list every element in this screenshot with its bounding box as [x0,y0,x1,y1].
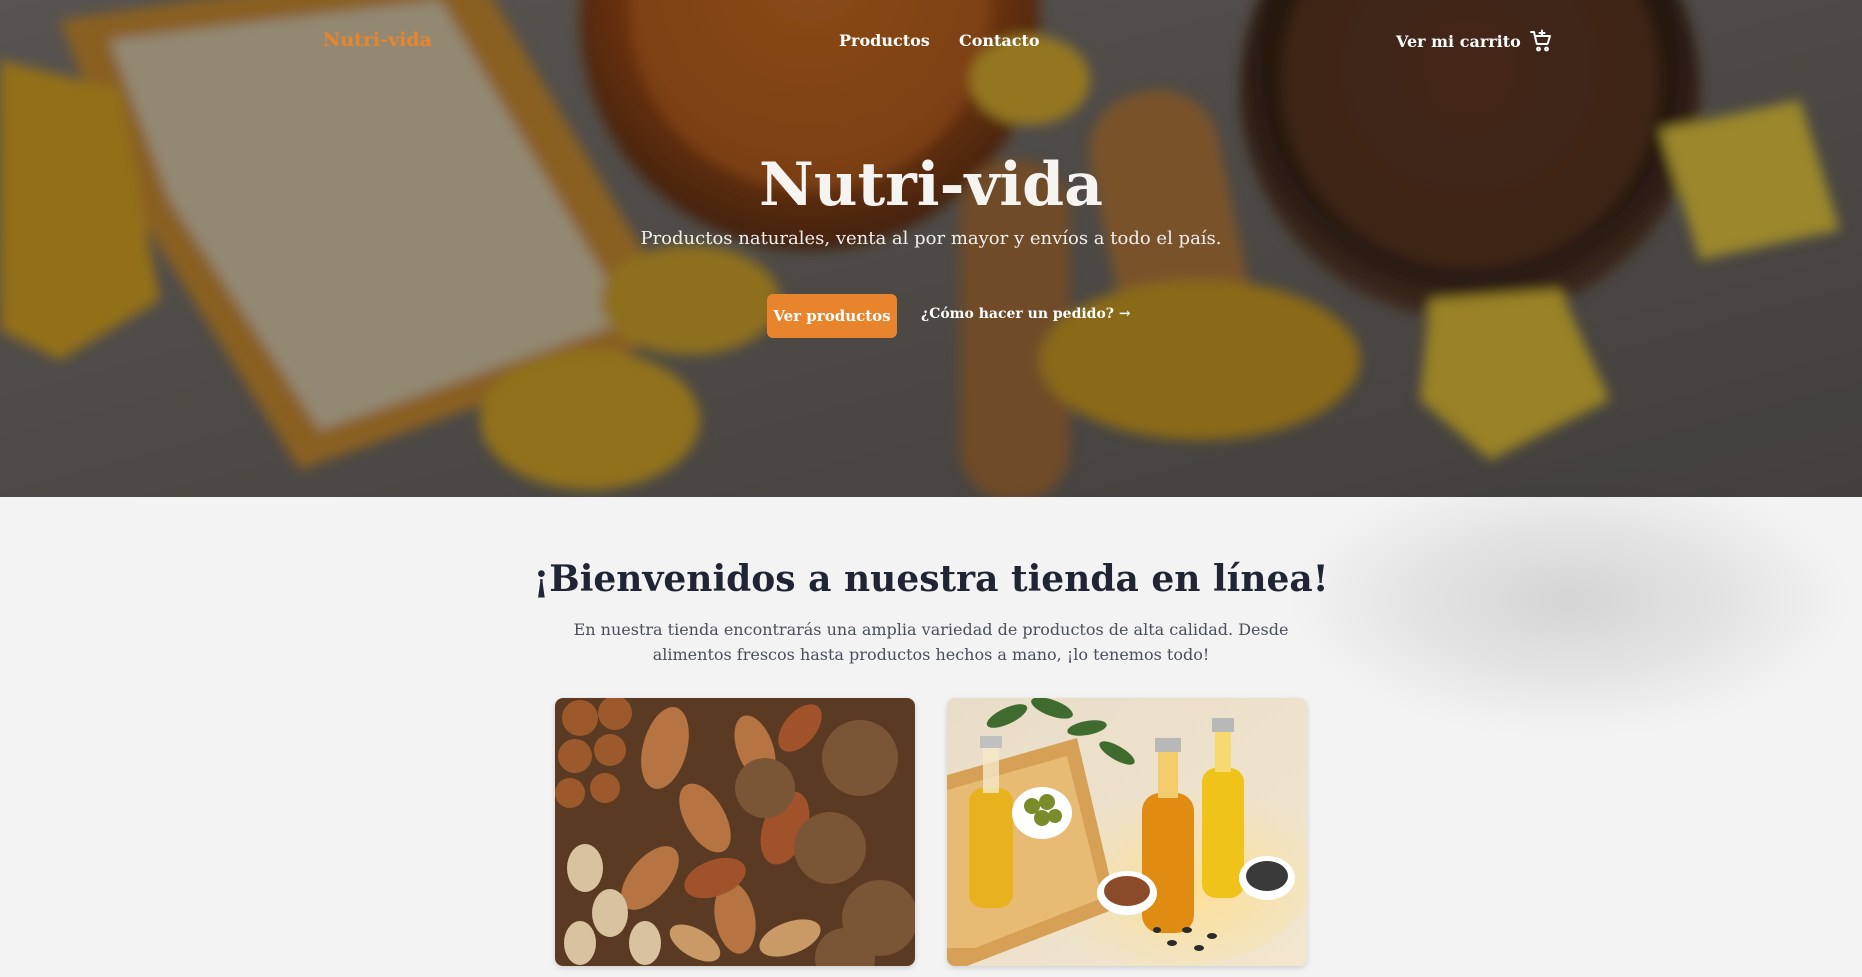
cart-icon [1529,29,1553,53]
nav-link-productos[interactable]: Productos [839,31,930,50]
decorative-shadow [1290,470,1850,730]
cart-link[interactable]: Ver mi carrito [1396,27,1553,55]
nav-link-contacto[interactable]: Contacto [959,31,1040,50]
top-navbar: Nutri-vida Productos Contacto Ver mi car… [0,0,1862,84]
hero-section: Nutri-vida Productos Contacto Ver mi car… [0,0,1862,497]
cart-label: Ver mi carrito [1396,31,1521,51]
como-hacer-pedido-link[interactable]: ¿Cómo hacer un pedido? → [921,306,1131,322]
nuts-product-image[interactable] [555,698,915,966]
ver-productos-button[interactable]: Ver productos [767,294,897,338]
oils-product-image[interactable] [947,698,1307,966]
welcome-text: En nuestra tienda encontrarás una amplia… [573,620,1289,664]
hero-title: Nutri-vida [759,150,1103,220]
welcome-title: ¡Bienvenidos a nuestra tienda en línea! [533,558,1329,600]
brand-logo[interactable]: Nutri-vida [323,29,432,51]
hero-subtitle: Productos naturales, venta al por mayor … [640,228,1222,249]
